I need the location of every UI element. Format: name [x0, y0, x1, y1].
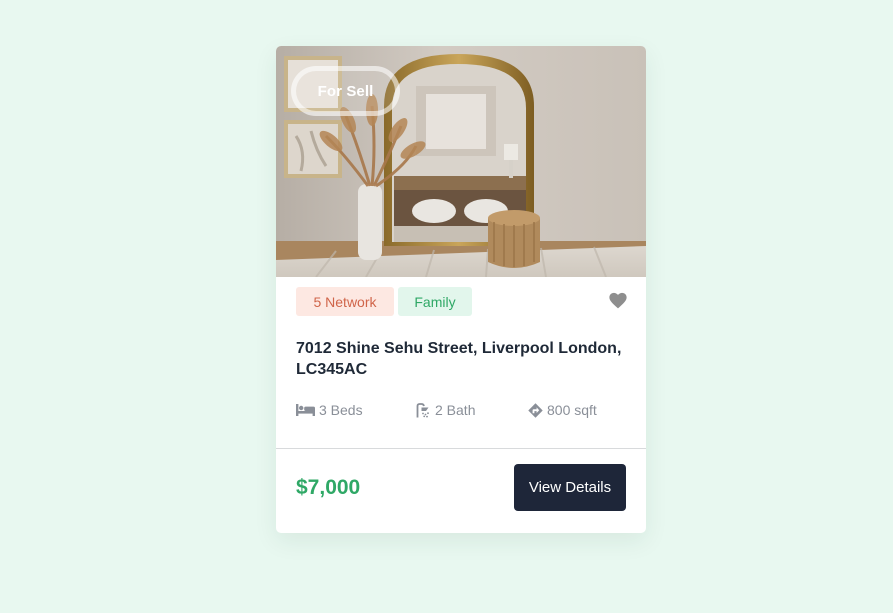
view-details-button[interactable]: View Details: [514, 464, 626, 511]
bath-label: 2 Bath: [435, 402, 476, 418]
feature-bath: 2 Bath: [416, 402, 475, 418]
beds-label: 3 Beds: [319, 402, 363, 418]
property-address[interactable]: 7012 Shine Sehu Street, Liverpool London…: [296, 338, 631, 380]
bed-icon: [296, 404, 315, 416]
tag-network[interactable]: 5 Network: [296, 287, 394, 316]
feature-beds: 3 Beds: [296, 402, 363, 418]
shower-icon: [416, 402, 429, 417]
property-card: For Sell 5 Network Family 7012 Shine Seh…: [276, 46, 646, 533]
property-price: $7,000: [296, 476, 361, 499]
feature-list: 3 Beds 2 Bath 800 sqft: [296, 402, 626, 420]
property-photo[interactable]: For Sell: [276, 46, 646, 277]
tag-family[interactable]: Family: [398, 287, 472, 316]
status-badge: For Sell: [291, 66, 400, 116]
area-label: 800 sqft: [547, 402, 597, 418]
heart-icon[interactable]: [609, 292, 627, 309]
tag-list: 5 Network Family: [296, 287, 472, 316]
direction-sign-icon: [528, 402, 543, 418]
feature-area: 800 sqft: [528, 402, 597, 418]
card-divider: [276, 448, 646, 449]
